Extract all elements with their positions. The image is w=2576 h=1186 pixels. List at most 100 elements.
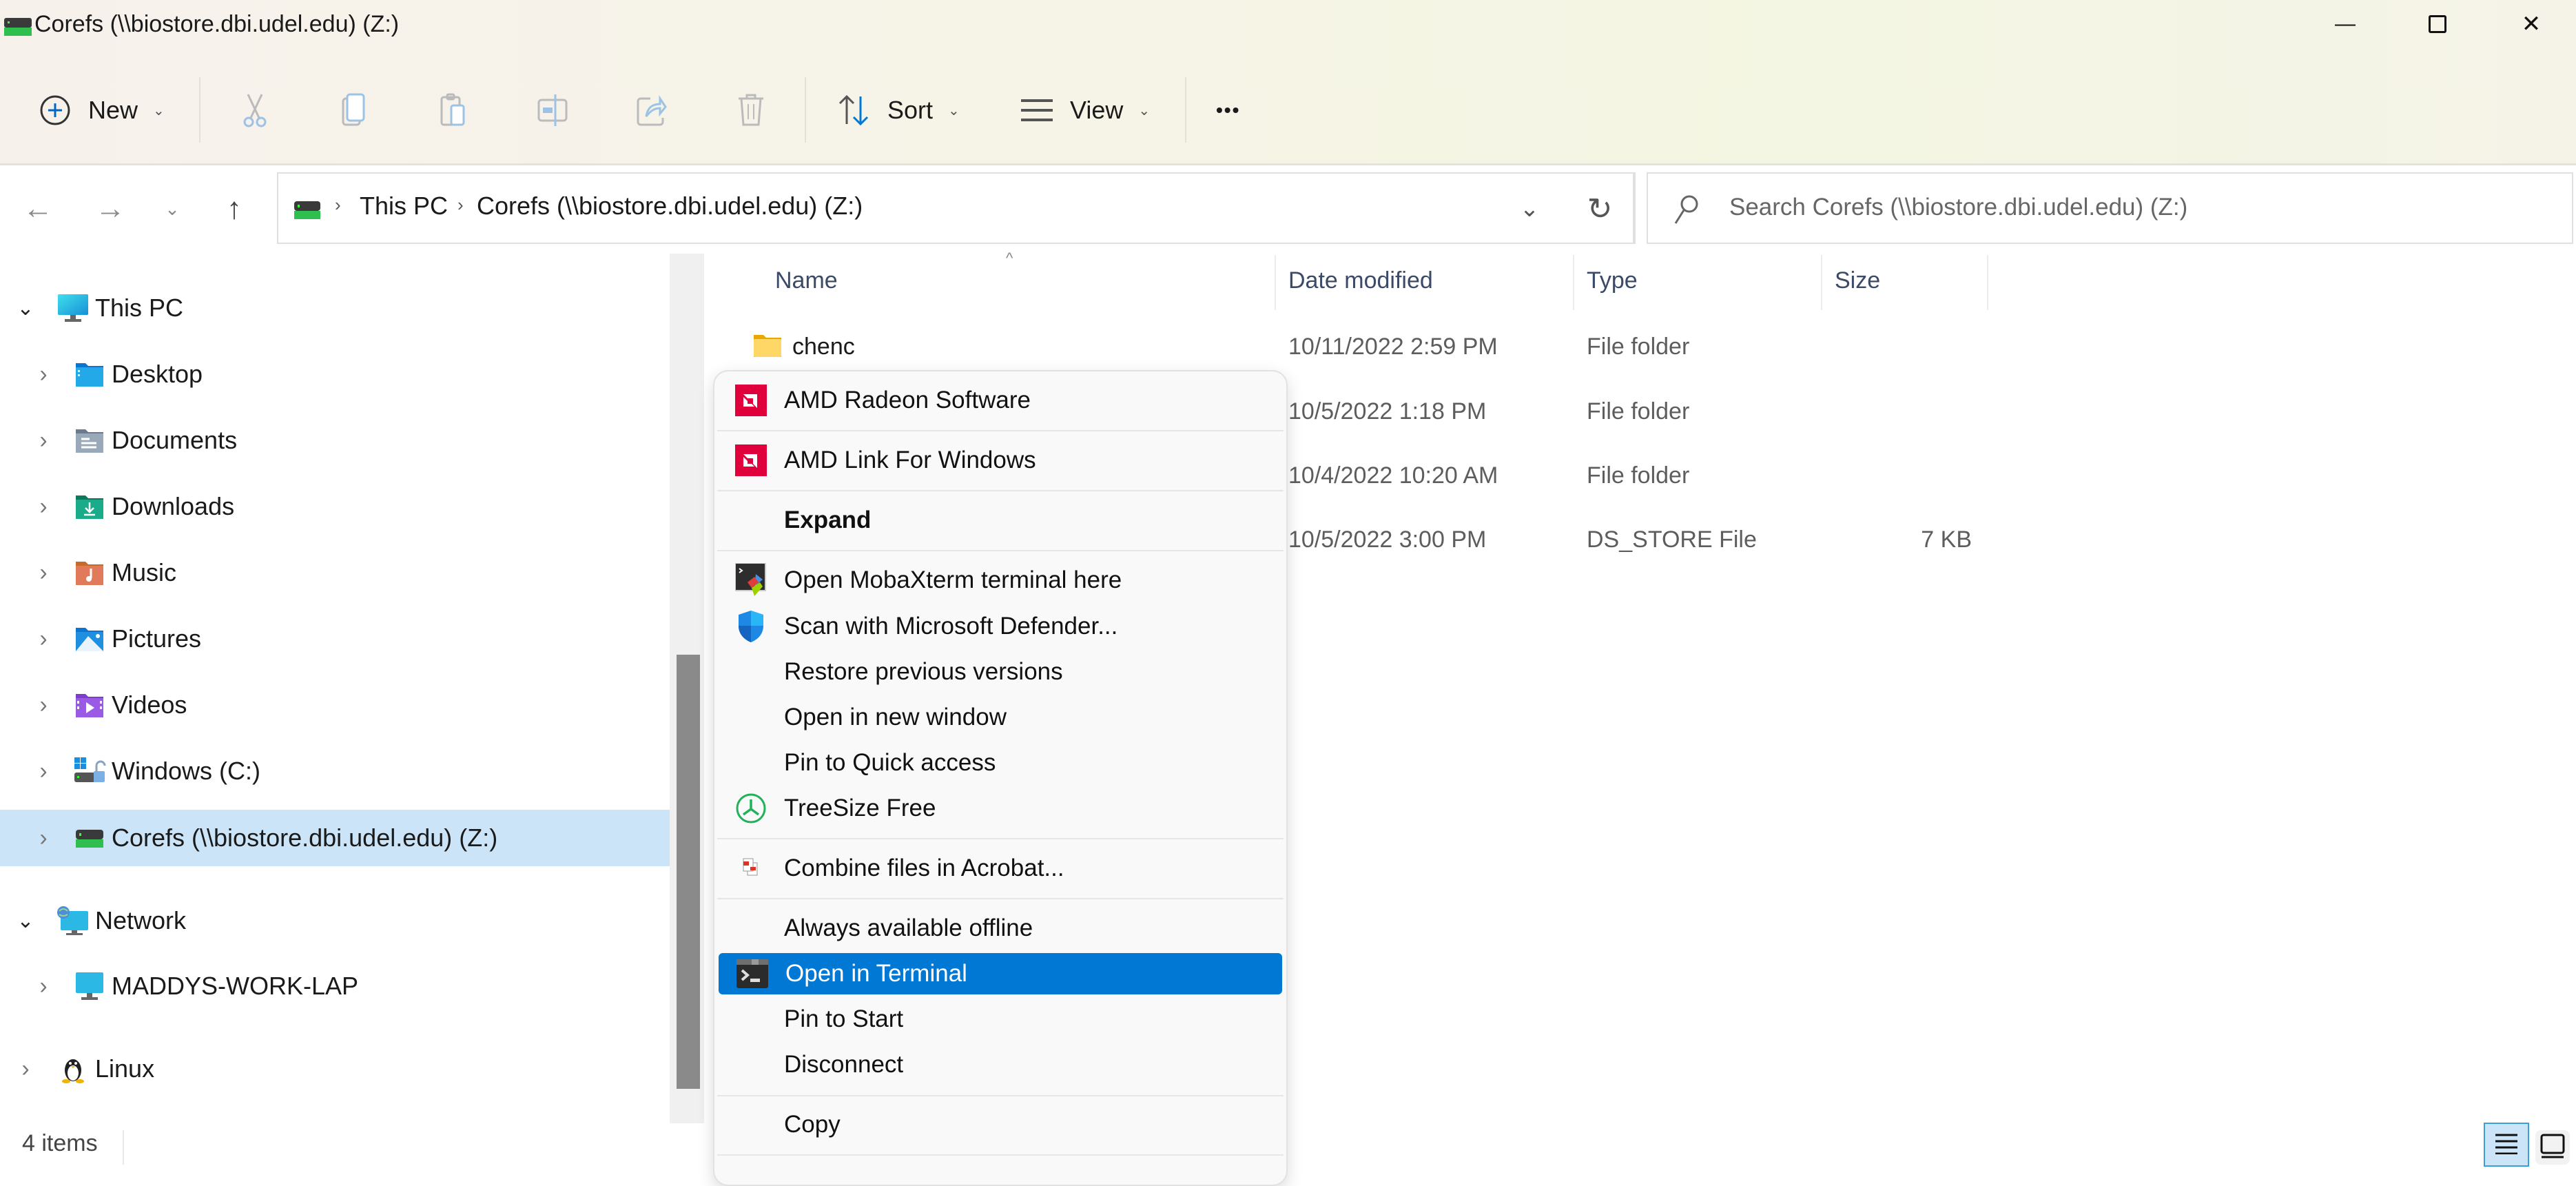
column-header-type[interactable]: Type: [1587, 267, 1638, 294]
chevron-down-icon: ⌄: [153, 103, 165, 119]
sidebar-item-windows-c[interactable]: › Windows (C:): [0, 743, 670, 799]
amd-icon: [734, 383, 768, 418]
sidebar-item-linux[interactable]: › Linux: [0, 1041, 670, 1097]
file-size: 7 KB: [1921, 526, 1972, 553]
chevron-right-icon[interactable]: ›: [33, 560, 54, 586]
menu-item-always-available-offline[interactable]: Always available offline: [717, 908, 1284, 949]
sidebar-item-desktop[interactable]: › Desktop: [0, 346, 670, 402]
address-dropdown-button[interactable]: ⌄: [1505, 185, 1554, 233]
breadcrumb-corefs[interactable]: Corefs (\\biostore.dbi.udel.edu) (Z:): [477, 192, 863, 221]
treesize-icon: [734, 791, 768, 826]
preview-pane-button[interactable]: [2535, 1130, 2570, 1165]
paste-button[interactable]: [433, 83, 474, 138]
chevron-down-icon[interactable]: ⌄: [15, 296, 36, 320]
paste-icon: [433, 90, 474, 131]
rename-button[interactable]: [532, 83, 573, 138]
acrobat-combine-icon: [734, 851, 768, 886]
chevron-right-icon[interactable]: ›: [33, 692, 54, 719]
menu-separator: [717, 898, 1284, 899]
minimize-icon: —: [2335, 12, 2356, 35]
delete-icon: [730, 90, 772, 131]
sidebar-item-network[interactable]: ⌄ Network: [0, 892, 670, 949]
sidebar-item-pictures[interactable]: › Pictures: [0, 611, 670, 667]
more-icon: •••: [1216, 99, 1241, 121]
file-type: File folder: [1587, 462, 1690, 489]
sidebar-item-maddys-work-lap[interactable]: › MADDYS-WORK-LAP: [0, 958, 670, 1014]
sidebar-scrollbar-thumb[interactable]: [677, 655, 700, 1089]
menu-item-copy[interactable]: Copy: [717, 1104, 1284, 1145]
computer-icon: [72, 971, 107, 1001]
menu-item-label: TreeSize Free: [784, 795, 936, 821]
toolbar-divider: [0, 163, 2576, 165]
refresh-icon: ↻: [1587, 192, 1613, 226]
menu-item-pin-to-quick-access[interactable]: Pin to Quick access: [717, 742, 1284, 784]
column-divider[interactable]: [1275, 255, 1276, 310]
menu-item-scan-with-microsoft-defender[interactable]: Scan with Microsoft Defender...: [717, 606, 1284, 647]
menu-item-label: AMD Link For Windows: [784, 447, 1036, 473]
forward-button[interactable]: →: [86, 185, 134, 233]
menu-item-disconnect[interactable]: Disconnect: [717, 1044, 1284, 1085]
chevron-right-icon[interactable]: ›: [33, 626, 54, 653]
chevron-right-icon[interactable]: ›: [33, 361, 54, 388]
chevron-right-icon[interactable]: ›: [33, 427, 54, 454]
recent-locations-button[interactable]: ⌄: [148, 185, 196, 233]
chevron-right-icon[interactable]: ›: [15, 1056, 36, 1083]
details-view-button[interactable]: [2484, 1123, 2529, 1167]
copy-button[interactable]: [333, 83, 375, 138]
menu-item-amd-link-for-windows[interactable]: AMD Link For Windows: [717, 440, 1284, 481]
back-button[interactable]: ←: [14, 185, 62, 233]
chevron-right-icon[interactable]: ›: [33, 758, 54, 785]
minimize-button[interactable]: —: [2311, 0, 2380, 48]
sidebar-item-downloads[interactable]: › Downloads: [0, 478, 670, 535]
file-type: File folder: [1587, 334, 1690, 360]
sidebar-item-label: Videos: [112, 691, 187, 719]
chevron-right-icon[interactable]: ›: [33, 973, 54, 1000]
close-button[interactable]: ✕: [2497, 0, 2566, 48]
sort-button[interactable]: Sort ⌄: [834, 83, 960, 138]
column-header-name[interactable]: Name: [775, 267, 838, 294]
menu-item-open-in-new-window[interactable]: Open in new window: [717, 697, 1284, 738]
file-date-modified: 10/5/2022 1:18 PM: [1288, 398, 1487, 425]
sidebar-item-music[interactable]: › Music: [0, 544, 670, 601]
up-button[interactable]: ↑: [210, 185, 258, 233]
sidebar-item-label: Downloads: [112, 492, 235, 520]
menu-item-label: Open in new window: [784, 704, 1007, 730]
sidebar-item-documents[interactable]: › Documents: [0, 412, 670, 469]
menu-item-open-mobaxterm-terminal-here[interactable]: Open MobaXterm terminal here: [717, 560, 1284, 601]
defender-shield-icon: [734, 609, 768, 644]
view-button[interactable]: View ⌄: [1016, 83, 1150, 138]
menu-item-restore-previous-versions[interactable]: Restore previous versions: [717, 651, 1284, 693]
cut-button[interactable]: [234, 83, 276, 138]
menu-separator: [717, 838, 1284, 839]
menu-item-label: Restore previous versions: [784, 658, 1063, 685]
sidebar-item-corefs-biostore-dbi-udel-edu-z[interactable]: › Corefs (\\biostore.dbi.udel.edu) (Z:): [0, 810, 670, 866]
column-divider[interactable]: [1573, 255, 1574, 310]
maximize-button[interactable]: [2403, 0, 2472, 48]
chevron-down-icon[interactable]: ⌄: [15, 909, 36, 933]
view-label: View: [1070, 96, 1124, 124]
share-button[interactable]: [631, 83, 672, 138]
menu-item-treesize-free[interactable]: TreeSize Free: [717, 788, 1284, 829]
menu-item-expand[interactable]: Expand: [717, 500, 1284, 541]
close-icon: ✕: [2521, 11, 2542, 37]
menu-item-open-in-terminal[interactable]: Open in Terminal: [719, 953, 1282, 994]
breadcrumb-this-pc[interactable]: This PC: [360, 192, 448, 221]
sidebar-item-label: Documents: [112, 426, 238, 454]
menu-item-combine-files-in-acrobat[interactable]: Combine files in Acrobat...: [717, 848, 1284, 889]
share-icon: [631, 90, 672, 131]
menu-item-pin-to-start[interactable]: Pin to Start: [717, 999, 1284, 1040]
column-divider[interactable]: [1821, 255, 1822, 310]
chevron-right-icon[interactable]: ›: [33, 825, 54, 852]
sidebar-item-videos[interactable]: › Videos: [0, 677, 670, 733]
column-header-size[interactable]: Size: [1835, 267, 1880, 294]
chevron-right-icon[interactable]: ›: [33, 493, 54, 520]
column-header-date-modified[interactable]: Date modified: [1288, 267, 1433, 294]
new-button[interactable]: New ⌄: [34, 83, 165, 138]
refresh-button[interactable]: ↻: [1576, 185, 1624, 233]
menu-item-amd-radeon-software[interactable]: AMD Radeon Software: [717, 380, 1284, 421]
delete-button[interactable]: [730, 83, 772, 138]
column-divider[interactable]: [1987, 255, 1988, 310]
toolbar-separator: [199, 77, 200, 143]
sidebar-item-this-pc[interactable]: ⌄ This PC: [0, 280, 670, 336]
more-options-button[interactable]: •••: [1216, 83, 1240, 138]
